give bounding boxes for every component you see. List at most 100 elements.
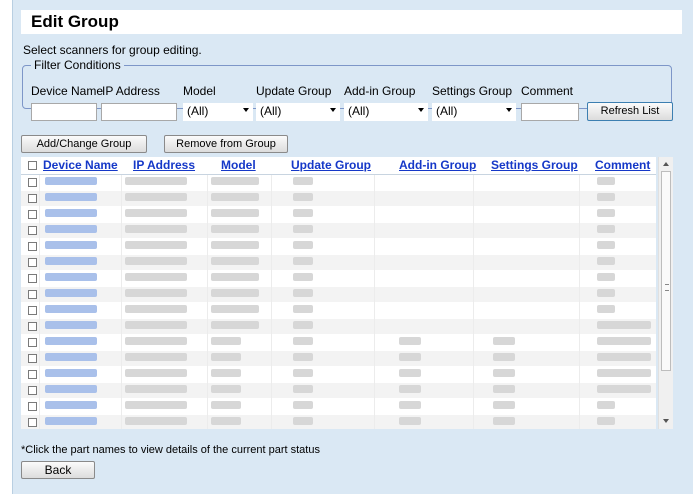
row-checkbox[interactable]	[28, 226, 37, 235]
table-cell	[211, 225, 259, 233]
settings-group-label: Settings Group	[432, 84, 513, 98]
row-checkbox[interactable]	[28, 354, 37, 363]
scroll-down-icon[interactable]	[663, 419, 669, 423]
remove-from-group-button[interactable]: Remove from Group	[164, 135, 288, 153]
table-cell	[597, 353, 651, 361]
table-cell	[125, 193, 187, 201]
table-row[interactable]	[21, 383, 656, 398]
table-cell	[293, 337, 313, 345]
table-cell	[597, 273, 615, 281]
table-row[interactable]	[21, 303, 656, 318]
table-cell	[211, 193, 259, 201]
select-all-checkbox[interactable]	[28, 161, 37, 170]
table-row[interactable]	[21, 239, 656, 254]
table-cell[interactable]	[45, 385, 97, 393]
table-cell[interactable]	[45, 353, 97, 361]
table-cell[interactable]	[45, 209, 97, 217]
ip-address-input[interactable]	[101, 103, 177, 121]
table-row[interactable]	[21, 335, 656, 350]
column-model[interactable]: Model	[221, 158, 256, 172]
table-cell	[125, 369, 187, 377]
model-select-value: (All)	[187, 104, 209, 118]
column-device-name[interactable]: Device Name	[43, 158, 118, 172]
table-cell	[597, 289, 615, 297]
table-cell[interactable]	[45, 241, 97, 249]
table-cell	[597, 321, 651, 329]
row-checkbox[interactable]	[28, 242, 37, 251]
add-change-group-button[interactable]: Add/Change Group	[21, 135, 147, 153]
table-cell[interactable]	[45, 225, 97, 233]
row-checkbox[interactable]	[28, 386, 37, 395]
row-checkbox[interactable]	[28, 210, 37, 219]
column-addin-group[interactable]: Add-in Group	[399, 158, 476, 172]
table-row[interactable]	[21, 367, 656, 382]
table-cell	[211, 321, 259, 329]
scanner-table: Device Name IP Address Model Update Grou…	[21, 157, 656, 429]
chevron-down-icon	[418, 108, 424, 112]
row-checkbox[interactable]	[28, 258, 37, 267]
table-row[interactable]	[21, 351, 656, 366]
table-cell	[293, 241, 313, 249]
row-checkbox[interactable]	[28, 306, 37, 315]
table-row[interactable]	[21, 319, 656, 334]
table-cell	[399, 353, 421, 361]
column-divider	[121, 175, 122, 429]
table-cell[interactable]	[45, 289, 97, 297]
table-cell	[293, 321, 313, 329]
addin-group-select[interactable]: (All)	[344, 103, 428, 121]
main-panel: Edit Group Select scanners for group edi…	[12, 0, 693, 494]
page-subtitle: Select scanners for group editing.	[23, 43, 202, 57]
table-scrollbar[interactable]	[658, 157, 673, 429]
row-checkbox[interactable]	[28, 418, 37, 427]
row-checkbox[interactable]	[28, 194, 37, 203]
column-ip-address[interactable]: IP Address	[133, 158, 195, 172]
row-checkbox[interactable]	[28, 322, 37, 331]
device-name-input[interactable]	[31, 103, 97, 121]
table-cell[interactable]	[45, 273, 97, 281]
back-button[interactable]: Back	[21, 461, 95, 479]
scroll-thumb[interactable]	[661, 171, 671, 371]
column-divider	[473, 175, 474, 429]
table-cell	[293, 305, 313, 313]
table-row[interactable]	[21, 415, 656, 429]
model-select[interactable]: (All)	[183, 103, 253, 121]
table-cell[interactable]	[45, 177, 97, 185]
chevron-down-icon	[243, 108, 249, 112]
table-cell[interactable]	[45, 337, 97, 345]
table-body	[21, 175, 656, 429]
table-row[interactable]	[21, 255, 656, 270]
table-cell[interactable]	[45, 401, 97, 409]
row-checkbox[interactable]	[28, 290, 37, 299]
table-row[interactable]	[21, 191, 656, 206]
table-cell[interactable]	[45, 257, 97, 265]
table-row[interactable]	[21, 207, 656, 222]
column-comment[interactable]: Comment	[595, 158, 650, 172]
row-checkbox[interactable]	[28, 338, 37, 347]
scroll-up-icon[interactable]	[663, 162, 669, 166]
table-row[interactable]	[21, 175, 656, 190]
table-cell[interactable]	[45, 417, 97, 425]
row-checkbox[interactable]	[28, 178, 37, 187]
row-checkbox[interactable]	[28, 274, 37, 283]
table-row[interactable]	[21, 287, 656, 302]
table-cell	[211, 241, 259, 249]
column-update-group[interactable]: Update Group	[291, 158, 371, 172]
table-cell	[493, 385, 515, 393]
update-group-select[interactable]: (All)	[256, 103, 340, 121]
row-checkbox[interactable]	[28, 370, 37, 379]
table-cell	[493, 337, 515, 345]
settings-group-select[interactable]: (All)	[432, 103, 516, 121]
table-row[interactable]	[21, 223, 656, 238]
table-cell	[399, 417, 421, 425]
table-cell[interactable]	[45, 369, 97, 377]
column-settings-group[interactable]: Settings Group	[491, 158, 578, 172]
table-row[interactable]	[21, 399, 656, 414]
table-row[interactable]	[21, 271, 656, 286]
table-cell[interactable]	[45, 193, 97, 201]
update-group-select-value: (All)	[260, 104, 282, 118]
table-cell[interactable]	[45, 321, 97, 329]
table-cell[interactable]	[45, 305, 97, 313]
refresh-list-button[interactable]: Refresh List	[587, 102, 673, 121]
comment-input[interactable]	[521, 103, 579, 121]
row-checkbox[interactable]	[28, 402, 37, 411]
